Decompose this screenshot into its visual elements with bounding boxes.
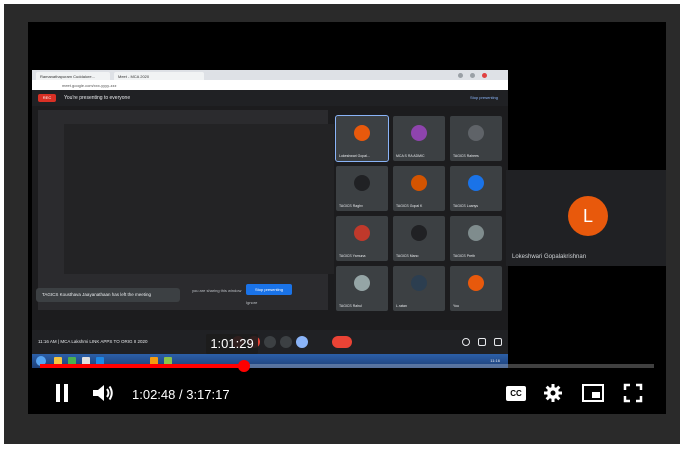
- participant-tile: Lokeshwari Gopal...: [335, 115, 389, 162]
- miniplayer-icon: [582, 384, 604, 402]
- captions-button[interactable]: CC: [504, 380, 528, 406]
- present-icon: [296, 336, 308, 348]
- avatar: [354, 125, 370, 141]
- address-bar: meet.google.com/xxx-yyyy-zzz: [32, 80, 508, 90]
- avatar: [468, 225, 484, 241]
- participant-name: L.ratan: [396, 304, 407, 308]
- share-note: you are sharing this window: [192, 288, 242, 293]
- participant-tile: TAGICS Rahees: [450, 116, 502, 161]
- participant-tile: TAGICS Yamuna: [336, 216, 388, 261]
- participant-tile: You: [450, 266, 502, 311]
- avatar: [411, 175, 427, 191]
- meet-top-bar: REC You're presenting to everyone Stop p…: [32, 90, 508, 106]
- toast-text: TAGICS Kousthava Jaayanathaan has left t…: [42, 292, 151, 297]
- taskbar-clock: 11:16: [490, 358, 500, 363]
- participant-name: TAGICS Mano: [396, 254, 419, 258]
- pause-icon-bar: [64, 384, 68, 402]
- avatar: [411, 275, 427, 291]
- volume-icon: [93, 385, 113, 401]
- settings-button[interactable]: [540, 380, 566, 406]
- meeting-time-label: 11:16 AM | MCA Lakshmi LINK APPS TO ORIG…: [38, 339, 148, 344]
- participant-name: TAGICS Preth: [453, 254, 476, 258]
- close-icon: [482, 73, 487, 78]
- shared-screen: Ramanathapuram Cuddalore... Meet - MCA 2…: [32, 70, 508, 368]
- duration: 3:17:17: [186, 387, 230, 402]
- participant-grid: Lokeshwari Gopal... MCA S RA ADMIC TAGICS …: [335, 115, 502, 326]
- pause-icon-bar: [56, 384, 60, 402]
- avatar: [411, 225, 427, 241]
- left-meeting-toast: TAGICS Kousthava Jaayanathaan has left t…: [36, 288, 180, 302]
- presented-window: [38, 110, 334, 310]
- participant-tile: TAGICS Preth: [450, 216, 502, 261]
- participant-name: TAGICS Loanys: [453, 204, 479, 208]
- stop-presenting-link: Stop presenting: [469, 95, 498, 100]
- participant-tile: TAGICS Rahul: [336, 266, 388, 311]
- meet-bottom-bar: 11:16 AM | MCA Lakshmi LINK APPS TO ORIG…: [32, 330, 508, 354]
- side-participant-name: Lokeshwari Gopalakrishnan: [512, 254, 587, 260]
- end-call-icon: [332, 336, 352, 348]
- player-controls: 1:02:48 / 3:17:17 CC: [28, 374, 666, 414]
- raise-hand-icon: [280, 336, 292, 348]
- browser-tab: Ramanathapuram Cuddalore...: [36, 72, 110, 80]
- ignore-link: Ignore: [246, 300, 258, 305]
- participant-tile: L.ratan: [393, 266, 445, 311]
- address-text: meet.google.com/xxx-yyyy-zzz: [62, 83, 117, 88]
- current-time: 1:02:48: [132, 387, 176, 402]
- participant-name: TAGICS Yamuna: [339, 254, 366, 258]
- chat-icon: [494, 338, 502, 346]
- hover-time-tooltip: 1:01:29: [206, 334, 258, 354]
- participant-name: You: [453, 304, 459, 308]
- participant-tile: TAGICS Raghv: [336, 166, 388, 211]
- presented-window-inner: [64, 124, 334, 274]
- participant-name: TAGICS Gopal K: [396, 204, 423, 208]
- stop-presenting-button: Stop presenting: [246, 284, 292, 295]
- participant-name: TAGICS Raghv: [339, 204, 363, 208]
- gear-icon: [544, 384, 562, 402]
- avatar: [411, 125, 427, 141]
- browser-tab-strip: Ramanathapuram Cuddalore... Meet - MCA 2…: [32, 70, 508, 80]
- info-icon: [462, 338, 470, 346]
- video-player[interactable]: Ramanathapuram Cuddalore... Meet - MCA 2…: [28, 22, 666, 414]
- avatar: L: [568, 196, 608, 236]
- avatar: [354, 225, 370, 241]
- avatar: [468, 275, 484, 291]
- participant-tile: TAGICS Mano: [393, 216, 445, 261]
- side-participant-tile: L Lokeshwari Gopalakrishnan: [506, 170, 666, 266]
- progress-played-fill: [40, 364, 244, 368]
- people-icon: [478, 338, 486, 346]
- progress-bar[interactable]: [40, 360, 654, 372]
- time-display: 1:02:48 / 3:17:17: [132, 387, 230, 402]
- fullscreen-button[interactable]: [620, 380, 646, 406]
- participant-name: MCA S RA ADMIC: [396, 154, 425, 158]
- participant-name: TAGICS Rahul: [339, 304, 362, 308]
- avatar: [354, 175, 370, 191]
- participant-tile: TAGICS Gopal K: [393, 166, 445, 211]
- video-frame: Ramanathapuram Cuddalore... Meet - MCA 2…: [4, 4, 680, 444]
- avatar: [468, 125, 484, 141]
- avatar: [354, 275, 370, 291]
- presenting-title: You're presenting to everyone: [64, 95, 131, 101]
- fullscreen-icon: [623, 383, 643, 403]
- participant-tile: MCA S RA ADMIC: [393, 116, 445, 161]
- captions-icon: [264, 336, 276, 348]
- cc-icon: CC: [506, 385, 526, 401]
- rec-badge: REC: [38, 94, 56, 102]
- time-separator: /: [175, 387, 187, 402]
- minimize-icon: [458, 73, 463, 78]
- pause-button[interactable]: [50, 380, 74, 406]
- maximize-icon: [470, 73, 475, 78]
- scrubber-handle[interactable]: [237, 360, 250, 372]
- browser-tab: Meet - MCA 2020: [114, 72, 204, 80]
- participant-name: TAGICS Rahees: [453, 154, 479, 158]
- participant-name: Lokeshwari Gopal...: [339, 154, 370, 158]
- avatar: [468, 175, 484, 191]
- participant-tile: TAGICS Loanys: [450, 166, 502, 211]
- volume-button[interactable]: [90, 380, 116, 406]
- miniplayer-button[interactable]: [580, 380, 606, 406]
